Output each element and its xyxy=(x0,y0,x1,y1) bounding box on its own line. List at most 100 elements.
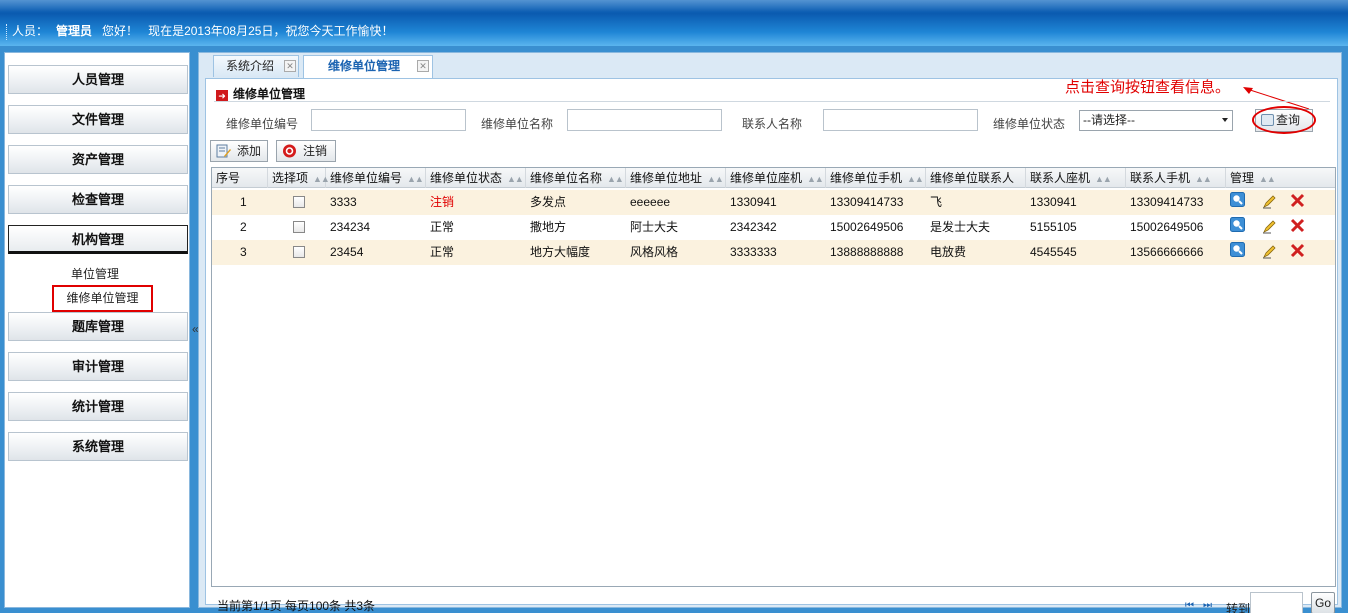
column-header[interactable]: 维修单位编号 ▲▲ xyxy=(326,168,426,188)
user-name: 管理员 xyxy=(56,24,93,38)
cell-phone: 1330941 xyxy=(730,195,777,209)
column-header[interactable]: 维修单位地址 ▲▲ xyxy=(626,168,726,188)
sidebar-item-organization[interactable]: 机构管理 xyxy=(8,225,188,254)
code-label: 维修单位编号 xyxy=(226,117,299,131)
close-icon[interactable]: ✕ xyxy=(417,60,429,72)
user-info: 人员： 管理员 您好！ 现在是2013年08月25日，祝您今天工作愉快！ xyxy=(6,22,393,40)
sort-icon: ▲▲ xyxy=(407,174,424,184)
edit-icon[interactable] xyxy=(1262,219,1277,234)
contact-label: 联系人名称 xyxy=(742,117,803,131)
first-page-icon[interactable]: ⏮ xyxy=(1185,601,1197,611)
goto-label: 转到 xyxy=(1226,602,1251,613)
tab-system-intro[interactable]: 系统介绍 ✕ xyxy=(213,55,299,77)
panel-title: ➜ 维修单位管理 xyxy=(216,85,305,102)
sort-icon: ▲▲ xyxy=(807,174,824,184)
column-header[interactable]: 序号 xyxy=(212,168,268,188)
sidebar-item-personnel[interactable]: 人员管理 xyxy=(8,65,188,94)
tab-label: 维修单位管理 xyxy=(328,59,401,73)
view-icon[interactable] xyxy=(1230,192,1245,207)
delete-icon[interactable] xyxy=(1290,193,1305,208)
sidebar-item-system[interactable]: 系统管理 xyxy=(8,432,188,461)
row-checkbox[interactable] xyxy=(293,221,305,233)
cell-code: 3333 xyxy=(330,195,357,209)
sort-icon: ▲▲ xyxy=(1259,174,1276,184)
column-header[interactable]: 维修单位状态 ▲▲ xyxy=(426,168,526,188)
edit-icon[interactable] xyxy=(1262,244,1277,259)
status-select[interactable]: --请选择-- xyxy=(1079,110,1233,131)
view-icon[interactable] xyxy=(1230,242,1245,257)
column-header[interactable]: 维修单位手机 ▲▲ xyxy=(826,168,926,188)
hint-annotation: 点击查询按钮查看信息。 xyxy=(1065,79,1231,96)
submenu-unit-management[interactable]: 单位管理 xyxy=(5,265,185,282)
column-header[interactable]: 联系人座机 ▲▲ xyxy=(1026,168,1126,188)
sort-icon: ▲▲ xyxy=(1195,174,1212,184)
cell-status: 正常 xyxy=(430,245,455,259)
content-area: 点击查询按钮查看信息。 ➜ 维修单位管理 维修单位编号 维修单位名称 联系人名称 … xyxy=(205,78,1338,613)
table-row[interactable]: 1 3333 注销 多发点 eeeeee 1330941 13309414733… xyxy=(212,190,1335,215)
sidebar-item-files[interactable]: 文件管理 xyxy=(8,105,188,134)
date-message: 现在是2013年08月25日，祝您今天工作愉快！ xyxy=(148,24,394,38)
column-header[interactable]: 维修单位联系人 xyxy=(926,168,1026,188)
name-input[interactable] xyxy=(567,109,722,131)
pager: 当前第1/1页 每页100条 共3条 ⏮ ⏭ 转到 Go xyxy=(211,587,1336,613)
cell-contact-mobile: 13566666666 xyxy=(1130,245,1204,259)
go-button[interactable]: Go xyxy=(1311,592,1335,613)
sort-icon: ▲▲ xyxy=(1095,174,1112,184)
sidebar-item-audit[interactable]: 审计管理 xyxy=(8,352,188,381)
tab-repair-unit-management[interactable]: 维修单位管理 ✕ xyxy=(303,55,433,78)
banner-shine xyxy=(0,0,1348,12)
user-label: 人员： xyxy=(12,24,49,38)
add-button[interactable]: 添加 xyxy=(210,140,268,162)
cell-phone: 3333333 xyxy=(730,245,777,259)
cell-contact-phone: 5155105 xyxy=(1030,220,1077,234)
table-row[interactable]: 3 23454 正常 地方大幅度 风格风格 3333333 1388888888… xyxy=(212,240,1335,265)
sidebar-item-assets[interactable]: 资产管理 xyxy=(8,145,188,174)
delete-icon[interactable] xyxy=(1290,243,1305,258)
status-label: 维修单位状态 xyxy=(993,117,1066,131)
sort-icon: ▲▲ xyxy=(607,174,624,184)
sidebar: 人员管理 文件管理 资产管理 检查管理 机构管理 单位管理 维修单位管理 题库管… xyxy=(4,52,190,608)
cell-address: eeeeee xyxy=(630,195,671,209)
cell-name: 多发点 xyxy=(530,195,567,209)
column-header[interactable]: 维修单位名称 ▲▲ xyxy=(526,168,626,188)
edit-icon[interactable] xyxy=(1262,194,1277,209)
status-select-value: --请选择-- xyxy=(1083,113,1135,127)
cell-address: 风格风格 xyxy=(630,245,679,259)
chevron-down-icon xyxy=(1222,118,1228,122)
cancel-registration-button[interactable]: 注销 xyxy=(276,140,336,162)
row-checkbox[interactable] xyxy=(293,246,305,258)
name-label: 维修单位名称 xyxy=(481,117,554,131)
last-page-icon[interactable]: ⏭ xyxy=(1203,601,1215,611)
table-row[interactable]: 2 234234 正常 撒地方 阿士大夫 2342342 15002649506… xyxy=(212,215,1335,240)
grid-header: 序号 选择项 ▲▲ 维修单位编号 ▲▲ 维修单位状态 ▲▲ 维修单位名称 ▲▲ 维修单位… xyxy=(212,168,1335,188)
column-header[interactable]: 管理 ▲▲ xyxy=(1226,168,1336,188)
contact-input[interactable] xyxy=(823,109,978,131)
submenu-repair-unit-management[interactable]: 维修单位管理 xyxy=(52,285,153,312)
column-header[interactable]: 联系人手机 ▲▲ xyxy=(1126,168,1226,188)
cell-name: 地方大幅度 xyxy=(530,245,591,259)
row-checkbox[interactable] xyxy=(293,196,305,208)
cell-mobile: 15002649506 xyxy=(830,220,904,234)
cancel-button-label: 注销 xyxy=(303,144,328,158)
column-header[interactable]: 维修单位座机 ▲▲ xyxy=(726,168,826,188)
view-icon[interactable] xyxy=(1230,217,1245,232)
close-icon[interactable]: ✕ xyxy=(284,60,296,72)
delete-icon[interactable] xyxy=(1290,218,1305,233)
sidebar-item-question-bank[interactable]: 题库管理 xyxy=(8,312,188,341)
cell-contact-phone: 1330941 xyxy=(1030,195,1077,209)
row-number: 3 xyxy=(240,245,247,259)
cell-phone: 2342342 xyxy=(730,220,777,234)
cell-status: 正常 xyxy=(430,220,455,234)
goto-page-input[interactable] xyxy=(1250,592,1303,613)
cell-mobile: 13309414733 xyxy=(830,195,904,209)
panel-title-text: 维修单位管理 xyxy=(233,87,306,101)
sidebar-item-statistics[interactable]: 统计管理 xyxy=(8,392,188,421)
sidebar-item-inspection[interactable]: 检查管理 xyxy=(8,185,188,214)
tab-label: 系统介绍 xyxy=(226,59,275,73)
cell-mobile: 13888888888 xyxy=(830,245,904,259)
cell-code: 23454 xyxy=(330,245,364,259)
cell-status: 注销 xyxy=(430,195,455,209)
column-header[interactable]: 选择项 ▲▲ xyxy=(268,168,330,188)
code-input[interactable] xyxy=(311,109,466,131)
greeting: 您好！ xyxy=(102,24,139,38)
